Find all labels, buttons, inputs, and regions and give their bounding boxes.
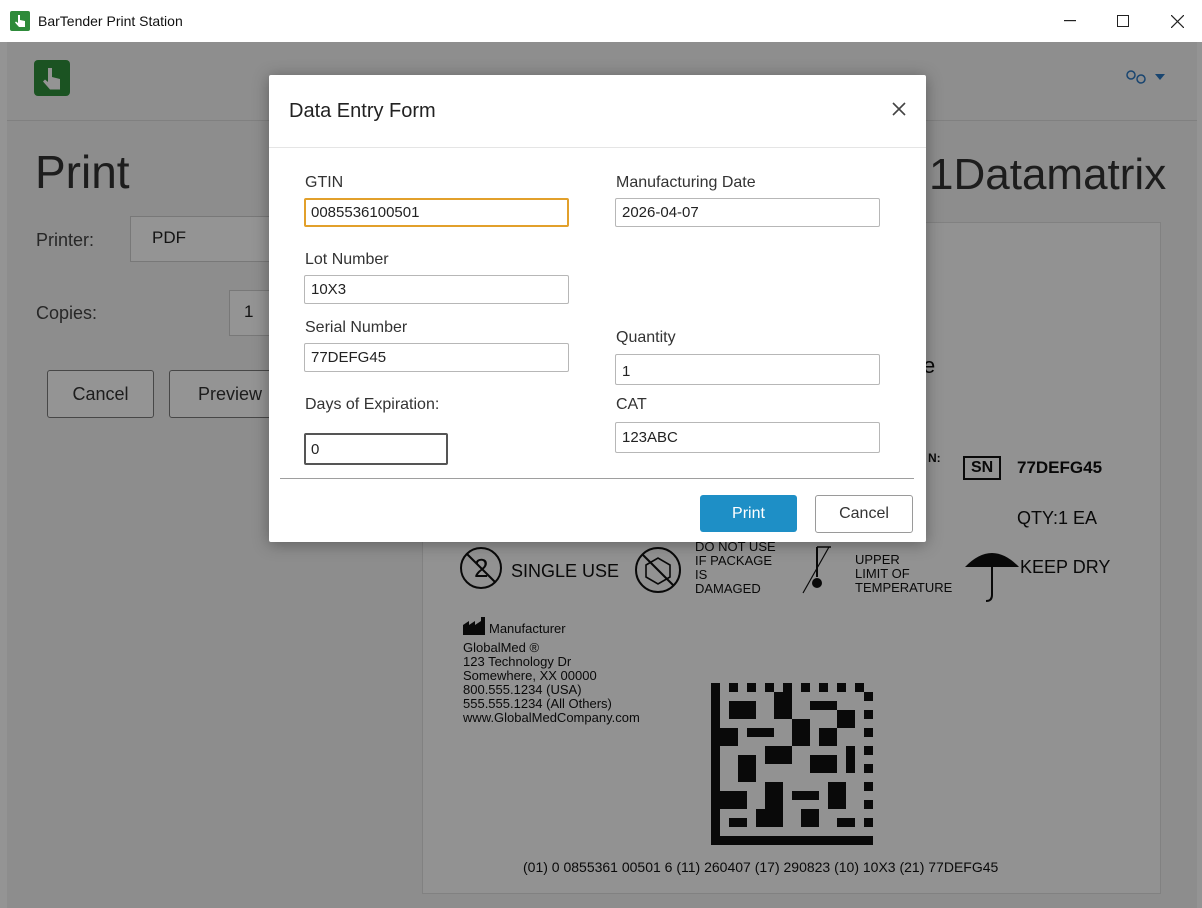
cat-label: CAT (616, 396, 647, 413)
lot-number-label: Lot Number (305, 251, 389, 268)
window-titlebar: BarTender Print Station (0, 0, 1202, 42)
serial-number-input[interactable]: 77DEFG45 (304, 343, 569, 372)
days-of-expiration-input[interactable]: 0 (304, 433, 448, 465)
dialog-footer-divider (280, 478, 914, 479)
gtin-input[interactable]: 0085536100501 (304, 198, 569, 227)
gtin-label: GTIN (305, 174, 344, 191)
data-entry-dialog: Data Entry Form GTIN 0085536100501 Manuf… (269, 75, 926, 542)
cancel-button[interactable]: Cancel (815, 495, 913, 533)
serial-number-label: Serial Number (305, 319, 408, 336)
minimize-icon[interactable] (1047, 4, 1093, 38)
close-icon[interactable] (1154, 4, 1200, 38)
dialog-title: Data Entry Form (289, 100, 436, 122)
manufacturing-date-input[interactable]: 2026-04-07 (615, 198, 880, 227)
manufacturing-date-label: Manufacturing Date (616, 174, 756, 191)
window-title: BarTender Print Station (38, 13, 183, 29)
lot-number-input[interactable]: 10X3 (304, 275, 569, 304)
print-button[interactable]: Print (700, 495, 797, 532)
dialog-divider (269, 147, 926, 148)
quantity-input[interactable]: 1 (615, 354, 880, 385)
cat-input[interactable]: 123ABC (615, 422, 880, 453)
dialog-close-icon[interactable] (892, 99, 906, 122)
maximize-icon[interactable] (1100, 4, 1146, 38)
quantity-label: Quantity (616, 329, 676, 346)
app-icon (10, 11, 30, 31)
days-of-expiration-label: Days of Expiration: (305, 396, 440, 413)
